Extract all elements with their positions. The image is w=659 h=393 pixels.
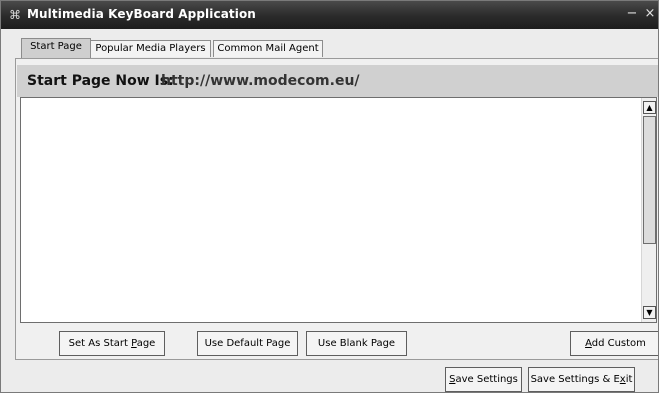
use-default-page-button[interactable]: Use Default Page (197, 331, 298, 356)
title-bar[interactable]: ⌘ Multimedia KeyBoard Application − × (1, 1, 658, 29)
start-page-label: Start Page Now Is: (27, 73, 174, 89)
add-custom-button[interactable]: Add Custom (570, 331, 658, 356)
start-page-url: http://www.modecom.eu/ (161, 73, 360, 89)
tab-common-mail-agent[interactable]: Common Mail Agent (213, 40, 323, 57)
tab-popular-media-players[interactable]: Popular Media Players (90, 40, 211, 57)
close-icon[interactable]: × (643, 7, 657, 21)
save-settings-exit-button[interactable]: Save Settings & Exit (528, 367, 635, 392)
scroll-down-icon[interactable]: ▼ (643, 306, 656, 319)
scroll-up-icon[interactable]: ▲ (643, 101, 656, 114)
start-page-header: Start Page Now Is: http://www.modecom.eu… (17, 65, 658, 97)
start-page-panel: Start Page Now Is: http://www.modecom.eu… (15, 58, 658, 360)
set-as-start-page-button[interactable]: Set As Start Page (59, 331, 165, 356)
window-title: Multimedia KeyBoard Application (27, 7, 256, 21)
vertical-scrollbar[interactable]: ▲ ▼ (641, 98, 656, 322)
minimize-icon[interactable]: − (625, 7, 639, 21)
app-window: ⌘ Multimedia KeyBoard Application − × St… (0, 0, 659, 393)
scroll-thumb[interactable] (643, 116, 656, 244)
save-settings-button[interactable]: Save Settings (445, 367, 522, 392)
use-blank-page-button[interactable]: Use Blank Page (306, 331, 407, 356)
keyboard-app-icon[interactable]: ⌘ (9, 8, 23, 22)
pages-list[interactable]: ▲ ▼ (20, 97, 657, 323)
tab-start-page[interactable]: Start Page (21, 38, 91, 58)
